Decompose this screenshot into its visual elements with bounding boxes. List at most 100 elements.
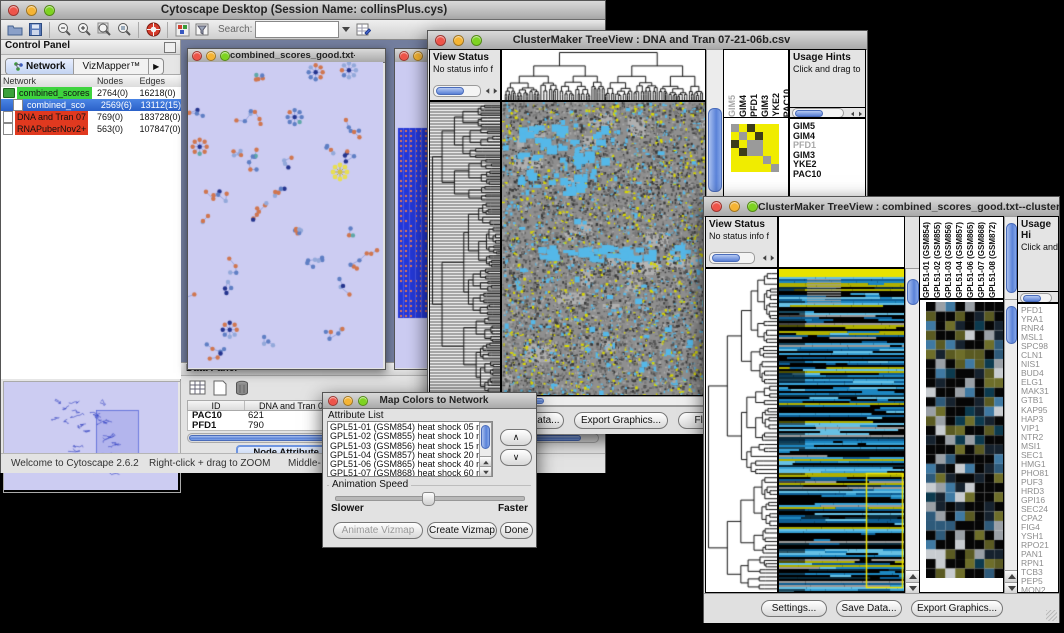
close-icon[interactable]: [399, 51, 409, 61]
view-status-scrollbar[interactable]: [433, 85, 481, 97]
column-label[interactable]: GPL51-08 (GSM872): [988, 222, 997, 298]
done-button[interactable]: Done: [500, 522, 533, 539]
col-network[interactable]: Network: [1, 75, 97, 87]
create-vizmap-button[interactable]: Create Vizmap: [427, 522, 497, 539]
close-icon[interactable]: [192, 51, 202, 61]
scroll-arrows[interactable]: [485, 87, 498, 95]
open-file-icon[interactable]: [5, 21, 25, 39]
zoom-selected-icon[interactable]: [114, 21, 134, 39]
column-label[interactable]: PFD1: [749, 94, 759, 117]
tv1-heatmap-canvas[interactable]: [502, 102, 705, 395]
new-attribute-icon[interactable]: [213, 380, 228, 399]
column-label[interactable]: GPL51-06 (GSM865): [966, 222, 975, 298]
animation-speed-slider[interactable]: [335, 496, 525, 501]
attribute-item[interactable]: GPL51-07 (GSM868) heat shock 60 min: [330, 469, 492, 477]
gene-label[interactable]: PAC10: [793, 170, 865, 180]
tv2-row-dendrogram[interactable]: [705, 268, 778, 593]
column-label[interactable]: GPL51-07 (GSM868): [977, 222, 986, 298]
network-row-selected[interactable]: combined_sco 2569(6) 13112(15): [1, 99, 181, 111]
help-lifering-icon[interactable]: [143, 21, 163, 39]
col-nodes[interactable]: Nodes: [97, 75, 140, 87]
network-row[interactable]: combined_scores 2764(0) 16218(0): [1, 87, 181, 99]
usage-hints-scrollbar[interactable]: [792, 108, 844, 118]
column-label[interactable]: YKE2: [771, 93, 781, 117]
tab-network[interactable]: Network: [6, 59, 74, 74]
search-dropdown-icon[interactable]: [339, 21, 353, 39]
network-view-titlebar[interactable]: combined_scores_good.txt--cluste...: [188, 49, 385, 63]
dialog-titlebar[interactable]: Map Colors to Network: [323, 393, 536, 409]
attribute-list-scrollbar[interactable]: [479, 422, 492, 477]
column-label[interactable]: GPL51-03 (GSM856): [944, 222, 953, 298]
zoom-window-icon[interactable]: [358, 396, 368, 406]
tv1-correlation-matrix[interactable]: [731, 124, 779, 172]
main-titlebar[interactable]: Cytoscape Desktop (Session Name: collins…: [1, 1, 605, 20]
close-icon[interactable]: [711, 201, 722, 212]
scroll-arrows[interactable]: [850, 110, 863, 118]
zoom-window-icon[interactable]: [220, 51, 230, 61]
float-panel-icon[interactable]: [164, 42, 176, 53]
tv2-row-dendrogram-canvas[interactable]: [706, 269, 777, 592]
scroll-thumb[interactable]: [795, 110, 823, 117]
tv1-column-dendrogram-canvas[interactable]: [502, 50, 705, 100]
vscroll-thumb[interactable]: [708, 108, 722, 192]
filter-icon[interactable]: [192, 21, 212, 39]
column-label[interactable]: GPL51-02 (GSM855): [933, 222, 942, 298]
save-icon[interactable]: [25, 21, 45, 39]
close-icon[interactable]: [328, 396, 338, 406]
tv2-gene-list[interactable]: PFD1YRA1RNR4MSL1SPC98CLN1NIS1BUD4ELG1MAK…: [1017, 303, 1059, 593]
settings-button[interactable]: Settings...: [761, 600, 827, 617]
vscroll-thumb[interactable]: [907, 279, 919, 305]
minimize-icon[interactable]: [413, 51, 423, 61]
export-graphics-button[interactable]: Export Graphics...: [911, 600, 1003, 617]
tv1-column-dendrogram[interactable]: [501, 49, 706, 101]
tv2-heatmap-canvas[interactable]: [779, 269, 904, 592]
vizmap-icon[interactable]: [172, 21, 192, 39]
scroll-thumb[interactable]: [712, 254, 740, 262]
column-label[interactable]: GIM4: [738, 95, 748, 117]
resize-grip[interactable]: [1046, 610, 1057, 621]
col-id[interactable]: ID: [188, 401, 245, 410]
vscroll-thumb[interactable]: [1006, 306, 1017, 344]
zoom-window-icon[interactable]: [44, 5, 55, 16]
column-label[interactable]: GPL51-04 (GSM857): [955, 222, 964, 298]
animate-vizmap-button[interactable]: Animate Vizmap: [333, 522, 423, 539]
save-data-button[interactable]: Save Data...: [836, 600, 902, 617]
export-graphics-button[interactable]: Export Graphics...: [574, 412, 668, 429]
treeview1-titlebar[interactable]: ClusterMaker TreeView : DNA and Tran 07-…: [428, 31, 867, 50]
vscroll-thumb[interactable]: [1006, 223, 1017, 293]
treeview2-titlebar[interactable]: ClusterMaker TreeView : combined_scores_…: [704, 197, 1059, 217]
minimize-icon[interactable]: [26, 5, 37, 16]
vscroll-thumb[interactable]: [481, 425, 490, 449]
column-label[interactable]: GIM5: [727, 95, 737, 117]
network-overview[interactable]: [3, 381, 181, 493]
tv2-detail-heatmap-canvas[interactable]: [926, 302, 1004, 578]
move-down-button[interactable]: ∨: [500, 449, 532, 466]
view-status-scrollbar[interactable]: [709, 252, 755, 264]
close-icon[interactable]: [8, 5, 19, 16]
scroll-arrows[interactable]: [762, 254, 775, 262]
move-up-button[interactable]: ∧: [500, 429, 532, 446]
network-row[interactable]: DNA and Tran 07 769(0) 183728(0): [1, 111, 181, 123]
minimize-icon[interactable]: [343, 396, 353, 406]
close-icon[interactable]: [435, 35, 446, 46]
zoom-window-icon[interactable]: [471, 35, 482, 46]
attribute-select-icon[interactable]: [189, 380, 207, 399]
minimize-icon[interactable]: [206, 51, 216, 61]
scroll-thumb[interactable]: [1023, 295, 1041, 302]
network-overview-canvas[interactable]: [4, 382, 178, 490]
tv1-row-dendrogram[interactable]: [429, 101, 501, 396]
zoom-fit-icon[interactable]: [94, 21, 114, 39]
column-label[interactable]: GIM3: [760, 95, 770, 117]
search-input[interactable]: [255, 21, 339, 38]
tab-vizmapper[interactable]: VizMapper™: [74, 59, 149, 74]
column-label[interactable]: GPL51-01 (GSM854): [922, 222, 931, 298]
network-row[interactable]: RNAPuberNov2+ 563(0) 107847(0): [1, 123, 181, 135]
minimize-icon[interactable]: [729, 201, 740, 212]
tab-overflow[interactable]: ▶: [149, 59, 163, 74]
network-view-canvas[interactable]: [188, 62, 383, 368]
zoom-in-icon[interactable]: [74, 21, 94, 39]
table-edit-icon[interactable]: [353, 21, 373, 39]
scroll-down-button[interactable]: [480, 466, 491, 477]
delete-attribute-icon[interactable]: [235, 380, 250, 399]
tv2-heatmap[interactable]: [778, 268, 905, 593]
